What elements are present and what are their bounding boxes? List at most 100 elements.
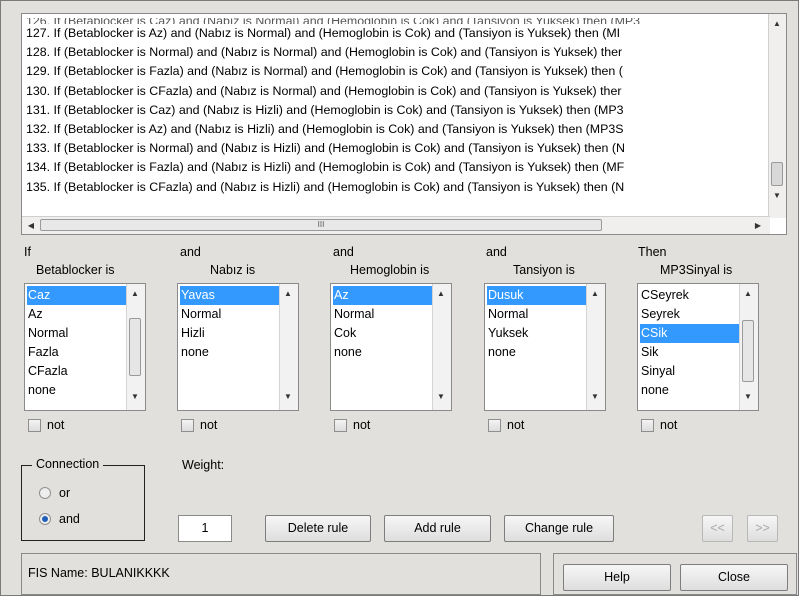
rule-line[interactable]: 132. If (Betablocker is Az) and (Nabız i… xyxy=(26,120,764,139)
rules-vertical-scrollbar[interactable]: ▲ ▼ xyxy=(768,14,786,218)
list-item[interactable]: none xyxy=(487,343,589,362)
list-item[interactable]: CFazla xyxy=(27,362,129,381)
rule-line[interactable]: 130. If (Betablocker is CFazla) and (Nab… xyxy=(26,82,764,101)
list-item[interactable]: CSeyrek xyxy=(640,286,742,305)
rule-line[interactable]: 131. If (Betablocker is Caz) and (Nabız … xyxy=(26,101,764,120)
delete-rule-button[interactable]: Delete rule xyxy=(265,515,371,542)
list-item[interactable]: none xyxy=(27,381,129,400)
list-item[interactable]: Cok xyxy=(333,324,435,343)
list-item[interactable]: Normal xyxy=(487,305,589,324)
weight-label: Weight: xyxy=(182,458,225,472)
not-checkbox-hemoglobin[interactable]: not xyxy=(334,418,370,432)
scroll-thumb[interactable] xyxy=(129,318,141,376)
list-item[interactable]: Sik xyxy=(640,343,742,362)
rules-horizontal-scrollbar[interactable]: ◀ III ▶ xyxy=(22,216,770,234)
col-if-label: If xyxy=(24,245,31,259)
radio-selected-icon[interactable] xyxy=(39,513,51,525)
listbox-scrollbar[interactable]: ▲ ▼ xyxy=(432,284,451,410)
rule-line[interactable]: 134. If (Betablocker is Fazla) and (Nabı… xyxy=(26,158,764,177)
col-mp3sinyal-label: MP3Sinyal is xyxy=(660,263,733,277)
list-item[interactable]: Normal xyxy=(180,305,282,324)
list-item[interactable]: Az xyxy=(333,286,435,305)
col-and-label: and xyxy=(486,245,507,259)
list-item[interactable]: none xyxy=(180,343,282,362)
list-item[interactable]: Normal xyxy=(27,324,129,343)
tansiyon-listbox[interactable]: Dusuk Normal Yuksek none ▲ ▼ xyxy=(484,283,606,411)
scroll-down-icon[interactable]: ▼ xyxy=(591,392,599,401)
list-item[interactable]: Yuksek xyxy=(487,324,589,343)
rule-line[interactable]: 135. If (Betablocker is CFazla) and (Nab… xyxy=(26,178,764,197)
change-rule-button[interactable]: Change rule xyxy=(504,515,614,542)
scroll-thumb[interactable] xyxy=(742,320,754,382)
rule-line[interactable]: 133. If (Betablocker is Normal) and (Nab… xyxy=(26,139,764,158)
rule-line[interactable]: 127. If (Betablocker is Az) and (Nabız i… xyxy=(26,24,764,43)
betablocker-listbox[interactable]: Caz Az Normal Fazla CFazla none ▲ ▼ xyxy=(24,283,146,411)
listbox-scrollbar[interactable]: ▲ ▼ xyxy=(126,284,145,410)
checkbox-icon[interactable] xyxy=(334,418,347,432)
col-and-label: and xyxy=(180,245,201,259)
hemoglobin-listbox[interactable]: Az Normal Cok none ▲ ▼ xyxy=(330,283,452,411)
mp3sinyal-listbox[interactable]: CSeyrek Seyrek CSik Sik Sinyal none ▲ ▼ xyxy=(637,283,759,411)
connection-title: Connection xyxy=(32,457,104,471)
scroll-up-icon[interactable]: ▲ xyxy=(591,289,599,298)
list-item[interactable]: Normal xyxy=(333,305,435,324)
checkbox-icon[interactable] xyxy=(28,418,41,432)
horizontal-scroll-thumb[interactable]: III xyxy=(40,219,602,231)
list-item[interactable]: Hizli xyxy=(180,324,282,343)
vertical-scroll-thumb[interactable] xyxy=(771,162,783,186)
rules-listbox[interactable]: 126. If (Betablocker is Caz) and (Nabız … xyxy=(21,13,787,235)
list-item[interactable]: none xyxy=(333,343,435,362)
scroll-up-icon[interactable]: ▲ xyxy=(769,15,785,31)
scroll-left-icon[interactable]: ◀ xyxy=(23,217,39,233)
list-item[interactable]: Yavas xyxy=(180,286,282,305)
list-item[interactable]: Dusuk xyxy=(487,286,589,305)
not-checkbox-nabiz[interactable]: not xyxy=(181,418,217,432)
list-item[interactable]: Fazla xyxy=(27,343,129,362)
scroll-up-icon[interactable]: ▲ xyxy=(131,289,139,298)
scroll-down-icon[interactable]: ▼ xyxy=(284,392,292,401)
not-checkbox-betablocker[interactable]: not xyxy=(28,418,64,432)
help-button[interactable]: Help xyxy=(563,564,671,591)
listbox-scrollbar[interactable]: ▲ ▼ xyxy=(279,284,298,410)
scroll-up-icon[interactable]: ▲ xyxy=(437,289,445,298)
radio-and[interactable]: and xyxy=(39,512,80,526)
checkbox-icon[interactable] xyxy=(641,418,654,432)
listbox-scrollbar[interactable]: ▲ ▼ xyxy=(586,284,605,410)
scroll-down-icon[interactable]: ▼ xyxy=(744,392,752,401)
add-rule-button[interactable]: Add rule xyxy=(384,515,491,542)
scroll-down-icon[interactable]: ▼ xyxy=(437,392,445,401)
next-button[interactable]: >> xyxy=(747,515,778,542)
col-then-label: Then xyxy=(638,245,667,259)
scroll-right-icon[interactable]: ▶ xyxy=(750,217,766,233)
close-button[interactable]: Close xyxy=(680,564,788,591)
list-item[interactable]: Caz xyxy=(27,286,129,305)
col-nabiz-label: Nabız is xyxy=(210,263,256,277)
radio-or[interactable]: or xyxy=(39,486,70,500)
col-and-label: and xyxy=(333,245,354,259)
list-item[interactable]: Sinyal xyxy=(640,362,742,381)
nabiz-listbox[interactable]: Yavas Normal Hizli none ▲ ▼ xyxy=(177,283,299,411)
col-hemoglobin-label: Hemoglobin is xyxy=(350,263,430,277)
fis-name-label: FIS Name: BULANIKKKK xyxy=(28,566,170,580)
checkbox-icon[interactable] xyxy=(181,418,194,432)
rule-line[interactable]: 129. If (Betablocker is Fazla) and (Nabı… xyxy=(26,62,764,81)
not-checkbox-mp3sinyal[interactable]: not xyxy=(641,418,677,432)
rule-line[interactable]: 128. If (Betablocker is Normal) and (Nab… xyxy=(26,43,764,62)
col-tansiyon-label: Tansiyon is xyxy=(513,263,575,277)
listbox-scrollbar[interactable]: ▲ ▼ xyxy=(739,284,758,410)
prev-button[interactable]: << xyxy=(702,515,733,542)
scroll-up-icon[interactable]: ▲ xyxy=(284,289,292,298)
connection-group: Connection or and xyxy=(21,457,145,541)
checkbox-icon[interactable] xyxy=(488,418,501,432)
not-checkbox-tansiyon[interactable]: not xyxy=(488,418,524,432)
weight-input[interactable]: 1 xyxy=(178,515,232,542)
list-item[interactable]: Az xyxy=(27,305,129,324)
scroll-down-icon[interactable]: ▼ xyxy=(131,392,139,401)
list-item[interactable]: none xyxy=(640,381,742,400)
list-item[interactable]: CSik xyxy=(640,324,742,343)
radio-icon[interactable] xyxy=(39,487,51,499)
rules-text: 126. If (Betablocker is Caz) and (Nabız … xyxy=(26,18,764,214)
scroll-down-icon[interactable]: ▼ xyxy=(769,187,785,203)
scroll-up-icon[interactable]: ▲ xyxy=(744,289,752,298)
list-item[interactable]: Seyrek xyxy=(640,305,742,324)
